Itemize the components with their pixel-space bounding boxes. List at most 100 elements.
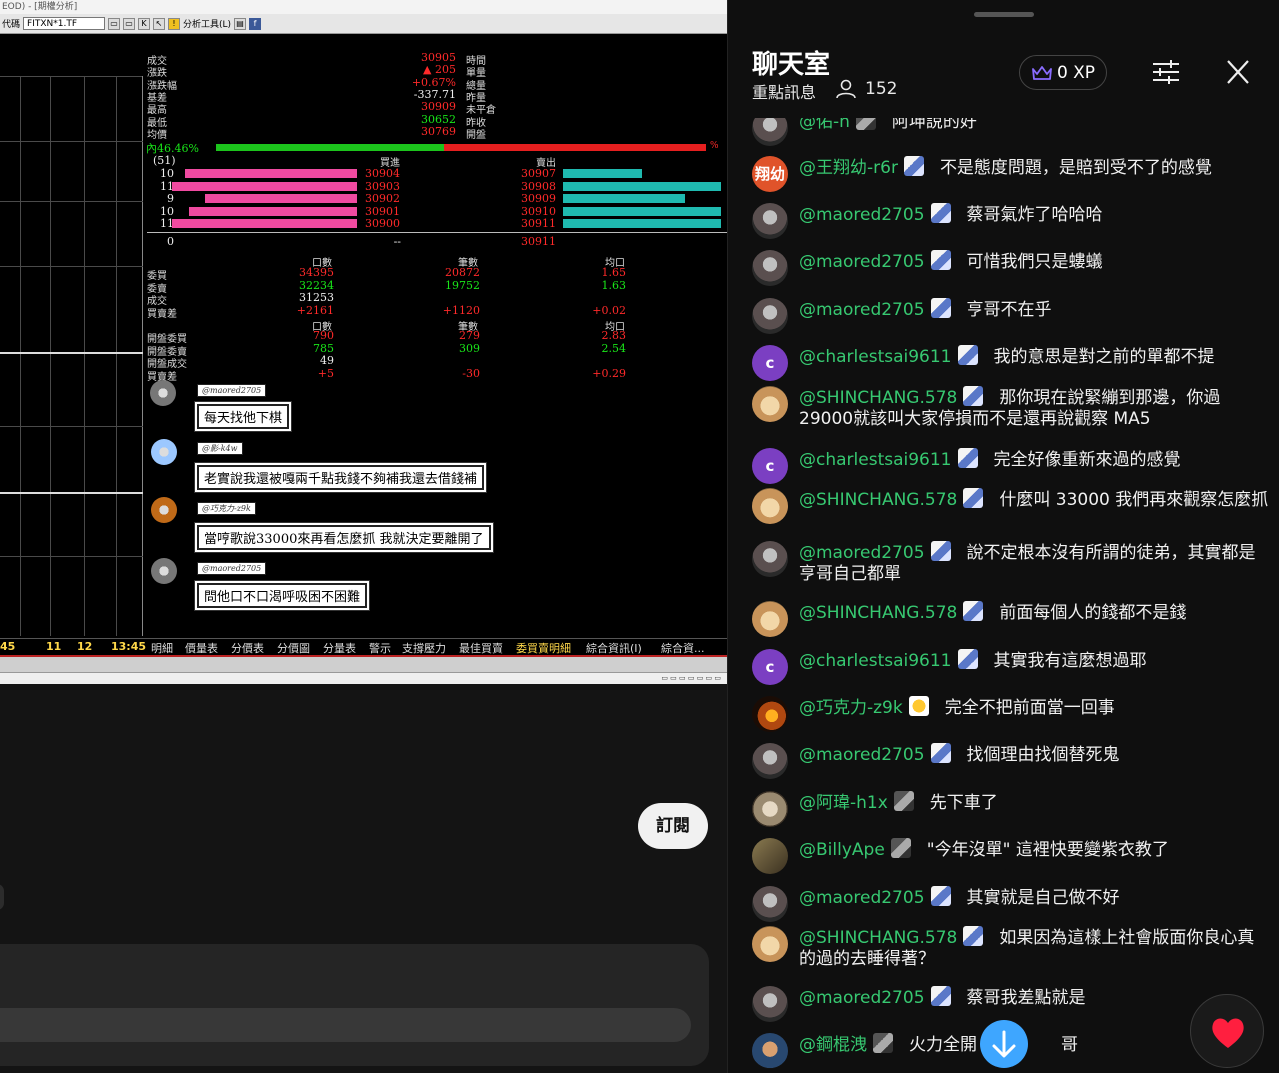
username: @maored2705: [799, 252, 925, 272]
stats-value: 785: [313, 341, 334, 355]
user-avatar: [752, 986, 788, 1022]
stats-value: 309: [459, 341, 480, 355]
stats-value: 1.63: [601, 278, 627, 292]
filter-icon[interactable]: [1149, 56, 1183, 88]
stats-value: 19752: [445, 278, 480, 292]
message-body: @SHINCHANG.578 那你現在說緊繃到那邊，你過29000就該叫大家停損而…: [799, 386, 1269, 430]
live-chat-panel: 聊天室 重點訊息 152 0 XP @佑-n 阿坤說的好 翔幼 @王翔幼-r6r 不是態…: [727, 0, 1279, 1073]
analysis-tools-label: 分析工具(L): [183, 20, 232, 30]
quote-value: +0.67%: [411, 75, 456, 89]
message-text: 完全不把前面當一回事: [944, 698, 1115, 718]
message-text: 什麼叫 33000 我們再來觀察怎麼抓: [999, 490, 1269, 510]
quote-value: 30652: [421, 112, 456, 126]
tab-1: 價量表: [185, 642, 218, 655]
video-player[interactable]: EOD) - [期權分析] 代碼 FITXN*1.TF ▭ ▭ K ↖ ! 分析…: [0, 0, 727, 672]
member-badge-icon: [930, 250, 951, 270]
user-avatar: [752, 298, 788, 334]
drag-handle[interactable]: [974, 12, 1034, 17]
quote-value: 30905: [421, 51, 456, 64]
member-badge-icon: [930, 203, 951, 223]
user-avatar: [752, 926, 788, 962]
stats-value: 2.54: [601, 341, 627, 355]
close-icon[interactable]: [1221, 56, 1255, 88]
message-body: @maored2705 找個理由找個替死鬼: [799, 743, 1269, 766]
user-avatar: c: [752, 448, 788, 484]
ask-price: 30908: [521, 179, 556, 193]
tab-7: 最佳買賣: [459, 642, 503, 655]
username: @maored2705: [799, 888, 925, 908]
user-avatar: [752, 886, 788, 922]
message-text: 找個理由找個替死鬼: [966, 745, 1120, 765]
window-title: EOD) - [期權分析]: [2, 2, 78, 12]
stats-value: +2161: [296, 303, 334, 317]
viewer-icon: [836, 79, 856, 99]
username: @maored2705: [799, 205, 925, 225]
username: @巧克力-z9k: [799, 698, 903, 718]
toolbar-icon: !: [168, 17, 181, 30]
bid-price: 30903: [365, 179, 400, 193]
member-badge-icon: [957, 345, 978, 365]
bottom-tab-bar: 45 11 12 13:45 明細 價量表 分價表 分價圖 分量表 警示 支撐壓力 最佳買賣 委買賣明細…: [0, 638, 727, 655]
subscribe-button[interactable]: 訂閱: [638, 803, 708, 849]
chat-message-list[interactable]: @佑-n 阿坤說的好 翔幼 @王翔幼-r6r 不是態度問題，是賠到受不了的感覺 @maor…: [728, 118, 1279, 1073]
chat-title: 聊天室: [752, 50, 831, 80]
scroll-to-bottom-button[interactable]: [980, 1020, 1028, 1068]
message-text: "今年沒單" 這裡快要變紫衣教了: [926, 840, 1169, 860]
toolbar-icon: ▭: [108, 17, 121, 30]
user-avatar: [752, 203, 788, 239]
depth-total-right: 30911: [521, 235, 556, 248]
reaction-button[interactable]: [1190, 994, 1264, 1068]
ask-price: 30911: [521, 217, 556, 231]
chat-mode-selector[interactable]: 重點訊息: [752, 79, 816, 103]
member-badge-icon: [930, 541, 951, 561]
outer-ratio-fill: [443, 144, 706, 151]
username: @maored2705: [799, 988, 925, 1008]
bid-volume-bar: [172, 219, 357, 229]
member-badge-icon: [930, 886, 951, 906]
message-text: 其實我有這麼想過耶: [993, 651, 1147, 671]
tab-2: 分價表: [231, 642, 264, 655]
member-badge-icon: [957, 448, 978, 468]
message-body: @SHINCHANG.578 什麼叫 33000 我們再來觀察怎麼抓: [799, 488, 1269, 511]
user-avatar: [752, 541, 788, 577]
message-text: 蔡哥氣炸了哈哈哈: [966, 205, 1103, 225]
quote-value: ▲ 205: [423, 63, 456, 77]
user-avatar: [752, 1033, 788, 1069]
member-badge-icon: [873, 1033, 893, 1053]
viewer-count: 152: [865, 79, 898, 99]
comment-username: @maored2705: [197, 562, 267, 575]
message-text: 前面每個人的錢都不是錢: [999, 603, 1187, 623]
user-avatar: c: [752, 649, 788, 685]
user-avatar: 翔幼: [752, 156, 788, 192]
message-body: @BillyApe "今年沒單" 這裡快要變紫衣教了: [799, 838, 1269, 861]
tab-4: 分量表: [323, 642, 356, 655]
member-badge-icon: [930, 743, 951, 763]
inner-outer-ratio-bar: [216, 144, 706, 151]
message-text: 火力全開: [909, 1035, 977, 1055]
message-text: 蔡哥我差點就是: [966, 988, 1086, 1008]
user-avatar: [752, 838, 788, 874]
heart-icon: [1212, 1018, 1244, 1048]
message-text-tail: 哥: [1061, 1035, 1078, 1055]
bid-volume-bar: [188, 206, 357, 216]
member-badge-icon: [930, 298, 951, 318]
member-badge-icon: [963, 386, 984, 406]
stats-value: 49: [320, 354, 334, 368]
depth-total-mid: --: [393, 235, 401, 248]
xp-button[interactable]: 0 XP: [1019, 55, 1107, 90]
quote-value: 30909: [421, 100, 456, 114]
window-toolbar: 代碼 FITXN*1.TF ▭ ▭ K ↖ ! 分析工具(L) ▤ f: [0, 14, 727, 34]
member-badge-icon: [893, 791, 914, 811]
member-badge-icon: [963, 926, 984, 946]
user-avatar: [752, 743, 788, 779]
ask-volume-bar: [563, 219, 722, 229]
toolbar-icon: ▤: [234, 17, 247, 30]
tab-9: 綜合資訊(I): [586, 642, 642, 655]
depth-total-left: 0: [167, 235, 174, 248]
stats-value: 32234: [299, 278, 334, 292]
username: @charlestsai9611: [799, 651, 952, 671]
comment-bubble: 當哼歌說33000來再看怎麼抓 我就決定要離開了: [197, 525, 491, 550]
outer-ratio-label: %: [710, 141, 719, 151]
window-status-strip: ▭ ▭ ▭ ▭ ▭ ▭ ▭: [0, 672, 727, 684]
comment-input[interactable]: [0, 1008, 691, 1042]
